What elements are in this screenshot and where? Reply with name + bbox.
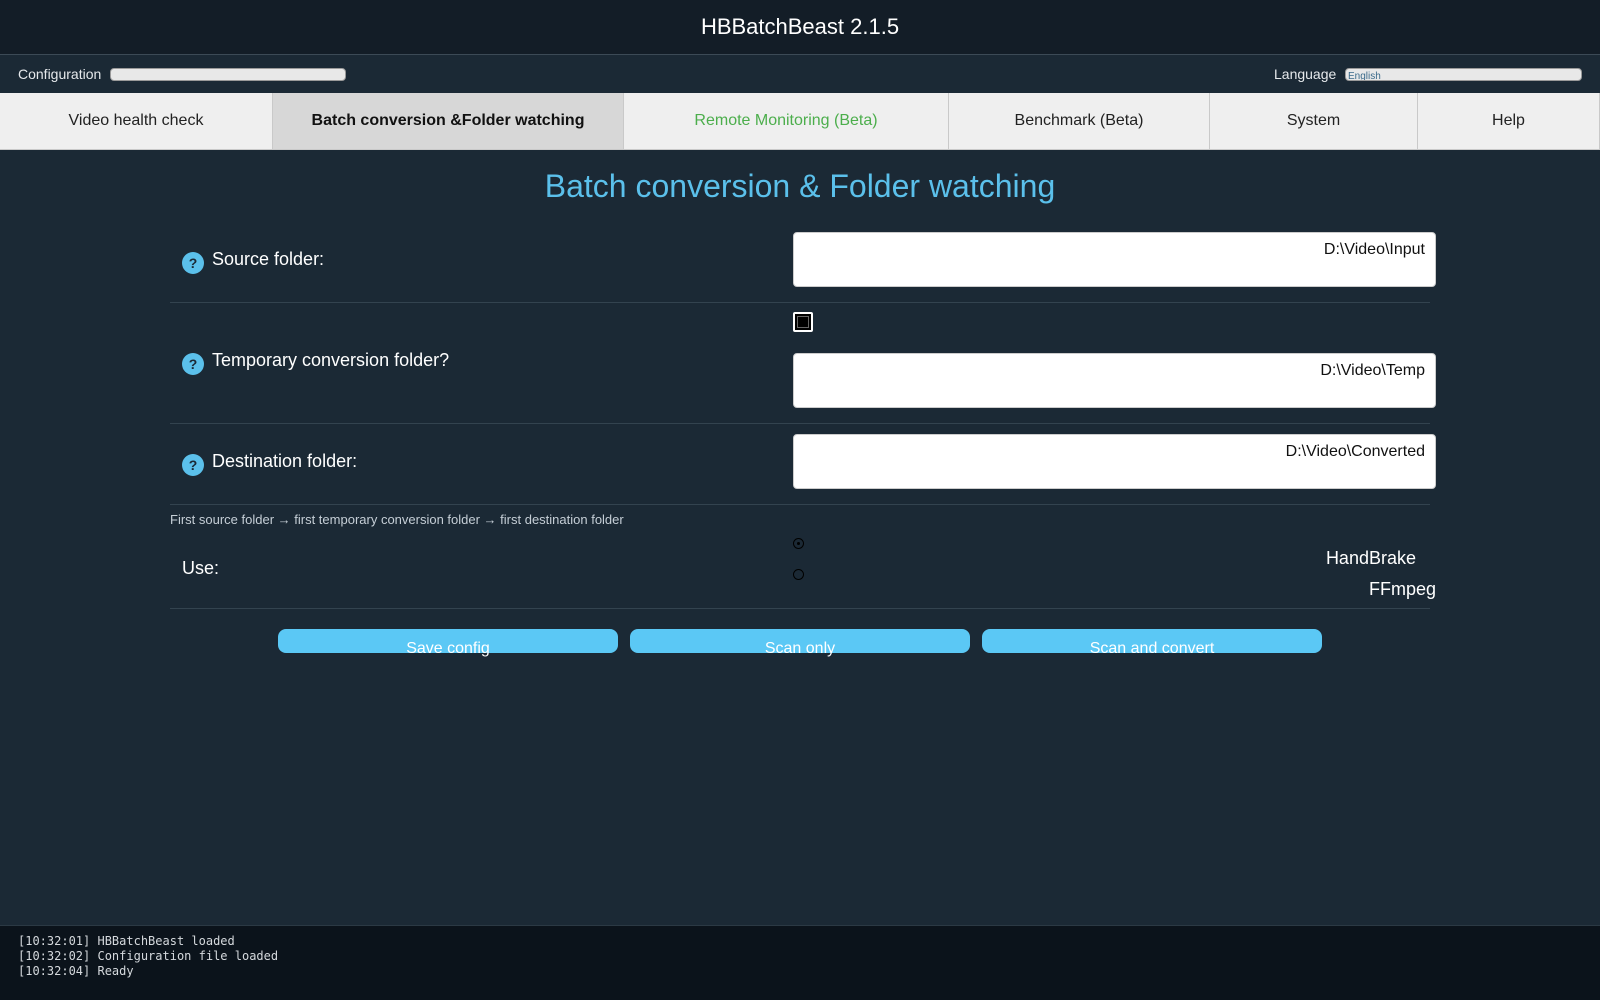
- app-title-bar: HBBatchBeast 2.1.5: [0, 0, 1600, 55]
- temp-folder-checkbox[interactable]: [793, 312, 813, 332]
- log-console: [10:32:01] HBBatchBeast loaded [10:32:02…: [0, 925, 1600, 1000]
- tab-bar: Video health check Batch conversion &Fol…: [0, 93, 1600, 150]
- tab-help[interactable]: Help: [1418, 93, 1600, 150]
- destination-folder-input[interactable]: D:\Video\Converted: [793, 434, 1436, 489]
- temp-folder-input[interactable]: D:\Video\Temp: [793, 353, 1436, 408]
- source-folder-label: Source folder:: [212, 249, 325, 269]
- folder-mapping-hint: First source folder → first temporary co…: [170, 512, 624, 527]
- configuration-select[interactable]: [110, 68, 346, 81]
- scan-only-label: Scan only: [764, 640, 836, 657]
- configuration-label: Configuration: [18, 66, 102, 82]
- tab-batch-conversion[interactable]: Batch conversion &Folder watching: [273, 93, 624, 150]
- scan-only-button[interactable]: Scan only: [630, 629, 970, 657]
- scan-and-convert-button[interactable]: Scan and convert: [982, 629, 1322, 657]
- log-line: [10:32:01] HBBatchBeast loaded: [18, 934, 235, 948]
- handbrake-label: HandBrake: [1325, 548, 1416, 568]
- row-divider: [170, 504, 1430, 505]
- temp-folder-label: Temporary conversion folder?: [212, 350, 450, 370]
- config-bar: Configuration Language English: [0, 55, 1600, 93]
- source-folder-input[interactable]: D:\Video\Input: [793, 232, 1436, 287]
- ffmpeg-label: FFmpeg: [1368, 579, 1436, 599]
- ffmpeg-radio[interactable]: [793, 569, 804, 580]
- use-label: Use:: [182, 558, 220, 578]
- row-divider: [170, 302, 1430, 303]
- save-config-label: Save config: [406, 640, 490, 657]
- temp-help-icon[interactable]: ?: [182, 353, 204, 375]
- scan-and-convert-label: Scan and convert: [1089, 640, 1215, 657]
- log-line: [10:32:02] Configuration file loaded: [18, 949, 279, 963]
- log-line: [10:32:04] Ready: [18, 964, 134, 978]
- language-select-value: English: [1348, 71, 1381, 81]
- app-title: HBBatchBeast 2.1.5: [700, 14, 900, 39]
- tab-video-health-check[interactable]: Video health check: [0, 93, 273, 150]
- row-divider: [170, 608, 1430, 609]
- handbrake-radio[interactable]: [793, 538, 804, 549]
- destination-help-icon[interactable]: ?: [182, 454, 204, 476]
- language-select[interactable]: English: [1345, 68, 1582, 81]
- tab-system[interactable]: System: [1210, 93, 1418, 150]
- save-config-button[interactable]: Save config: [278, 629, 618, 657]
- page-title: Batch conversion & Folder watching: [544, 168, 1056, 204]
- tab-remote-monitoring[interactable]: Remote Monitoring (Beta): [624, 93, 949, 150]
- source-help-icon[interactable]: ?: [182, 252, 204, 274]
- language-label: Language: [1274, 66, 1337, 82]
- row-divider: [170, 423, 1430, 424]
- tab-benchmark[interactable]: Benchmark (Beta): [949, 93, 1210, 150]
- destination-folder-label: Destination folder:: [212, 451, 358, 471]
